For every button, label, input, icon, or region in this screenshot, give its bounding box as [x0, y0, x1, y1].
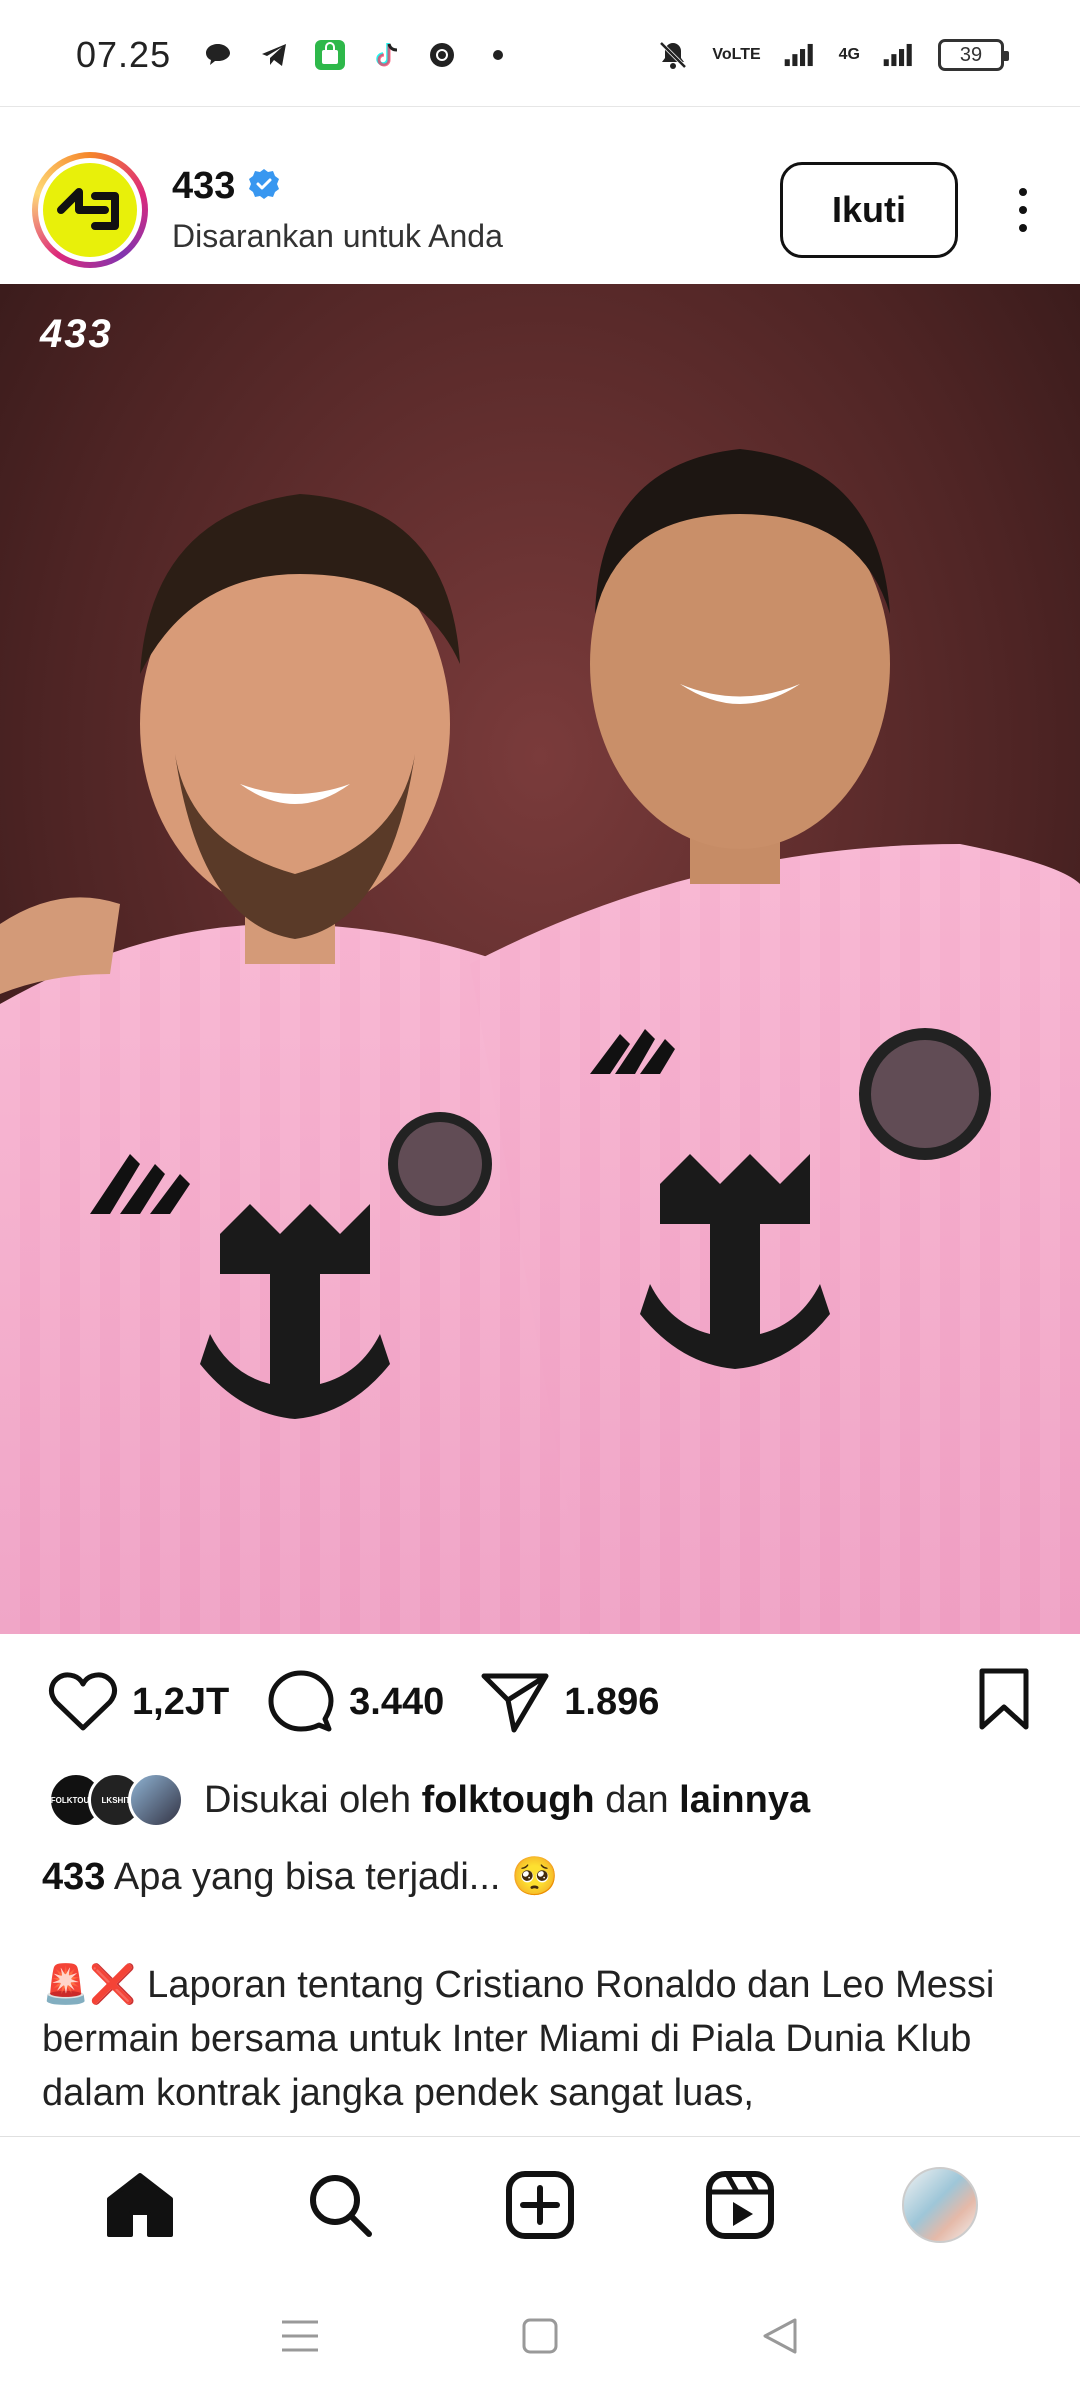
system-status-icons: VoLTE 4G 39	[656, 38, 1009, 72]
likes-count: 1,2JT	[132, 1680, 230, 1723]
network-4g-label: 4G	[838, 46, 860, 63]
status-time: 07.25	[76, 34, 172, 75]
liker-avatars: FOLKTOUGH LKSHIT	[48, 1772, 184, 1828]
tiktok-icon	[369, 38, 403, 72]
post-photo	[0, 284, 1080, 1634]
comment-action[interactable]: 3.440	[265, 1669, 444, 1735]
chrome-icon	[425, 38, 459, 72]
action-bar: 1,2JT 3.440 1.896	[0, 1660, 1080, 1744]
suggested-label: Disarankan untuk Anda	[172, 218, 503, 254]
avatar-border	[38, 158, 142, 262]
shares-count: 1.896	[564, 1680, 660, 1723]
liked-by-row[interactable]: FOLKTOUGH LKSHIT Disukai oleh folktough …	[48, 1772, 810, 1828]
volte-label: VoLTE	[712, 46, 761, 63]
username-row: 433	[172, 165, 503, 208]
liked-by-others[interactable]: lainnya	[679, 1779, 810, 1821]
post-header: 433 Disarankan untuk Anda Ikuti	[0, 140, 1080, 280]
433-logo-icon	[57, 188, 119, 230]
image-watermark: 433	[40, 312, 113, 356]
follow-button[interactable]: Ikuti	[780, 162, 958, 258]
status-bar: 07.25 VoLTE 4G 39	[0, 0, 1080, 110]
telegram-icon	[257, 38, 291, 72]
home-icon	[107, 2172, 173, 2237]
share-action[interactable]: 1.896	[480, 1670, 659, 1734]
avatar	[43, 163, 137, 257]
nav-create[interactable]	[495, 2160, 585, 2250]
comments-count: 3.440	[349, 1680, 445, 1723]
nav-search[interactable]	[295, 2160, 385, 2250]
caption-author[interactable]: 433	[42, 1856, 105, 1898]
signal-4g-icon	[882, 38, 916, 72]
user-info: 433 Disarankan untuk Anda	[172, 165, 503, 255]
chat-bubble-icon	[201, 38, 235, 72]
nav-home[interactable]	[95, 2160, 185, 2250]
caption-text: Apa yang bisa terjadi... 🥺	[113, 1856, 559, 1898]
caption-first-line: 433 Apa yang bisa terjadi... 🥺	[42, 1850, 1042, 1904]
battery-level: 39	[959, 43, 983, 66]
bookmark-icon[interactable]	[976, 1667, 1032, 1738]
verified-badge-icon	[247, 167, 281, 206]
top-divider	[0, 106, 1080, 107]
bottom-nav	[0, 2136, 1080, 2272]
liked-by-prefix: Disukai oleh	[204, 1778, 411, 1821]
caption-body[interactable]: 🚨❌ Laporan tentang Cristiano Ronaldo dan…	[42, 1958, 1052, 2138]
nav-profile[interactable]	[895, 2160, 985, 2250]
username[interactable]: 433	[172, 165, 235, 208]
liked-by-text: Disukai oleh folktough dan lainnya	[204, 1779, 810, 1822]
reels-icon	[706, 2170, 774, 2239]
home-button-icon[interactable]	[510, 2306, 570, 2366]
nav-reels[interactable]	[695, 2160, 785, 2250]
notification-icons	[201, 38, 515, 72]
liked-by-user[interactable]: folktough	[422, 1779, 595, 1821]
recent-apps-icon[interactable]	[270, 2306, 330, 2366]
like-action[interactable]: 1,2JT	[48, 1670, 229, 1734]
more-options-icon[interactable]	[998, 162, 1048, 258]
shopping-bag-icon	[313, 38, 347, 72]
search-icon	[310, 2174, 372, 2237]
battery-icon: 39	[938, 39, 1009, 71]
liked-by-connector: dan	[605, 1778, 669, 1821]
mute-bell-icon	[656, 38, 690, 72]
dot-icon	[481, 38, 515, 72]
story-ring-avatar[interactable]	[32, 152, 148, 268]
heart-icon	[48, 1672, 118, 1731]
signal-icon	[783, 38, 817, 72]
profile-avatar	[902, 2166, 978, 2243]
back-icon[interactable]	[750, 2306, 810, 2366]
add-post-icon	[506, 2170, 574, 2239]
post-image[interactable]: 433	[0, 284, 1080, 1634]
send-icon	[481, 1673, 549, 1733]
system-navigation	[0, 2272, 1080, 2400]
comment-icon	[268, 1670, 334, 1732]
avatar	[128, 1772, 184, 1828]
